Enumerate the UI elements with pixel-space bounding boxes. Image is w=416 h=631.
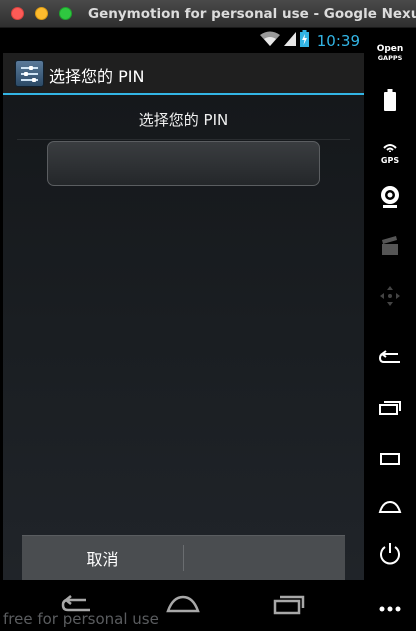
recent-apps-icon [378, 400, 402, 420]
cancel-button[interactable]: 取消 [22, 536, 183, 580]
webcam-icon [380, 185, 400, 213]
side-back-button[interactable] [364, 350, 416, 370]
more-dots-icon [378, 597, 402, 616]
dpad-button[interactable] [364, 286, 416, 310]
genymotion-sidebar: Open GAPPS GPS [364, 28, 416, 631]
minimize-window-button[interactable] [35, 7, 48, 20]
pin-input[interactable] [47, 141, 320, 186]
recent-apps-icon[interactable] [272, 593, 306, 619]
pin-dialog: 选择您的 PIN [3, 95, 364, 580]
device-screen: 10:39 选择您的 PIN 选择您的 PIN 取消 free for pers… [3, 28, 364, 631]
status-bar: 10:39 [3, 28, 364, 53]
dialog-title: 选择您的 PIN [138, 111, 229, 129]
home-icon [378, 499, 402, 518]
wifi-icon [259, 31, 280, 51]
battery-button[interactable] [364, 88, 416, 116]
action-bar: 选择您的 PIN [3, 53, 364, 95]
action-bar-title: 选择您的 PIN [49, 67, 145, 86]
window-titlebar: Genymotion for personal use - Google Nex… [0, 0, 416, 28]
maximize-window-button[interactable] [59, 7, 72, 20]
screencast-button[interactable] [364, 236, 416, 260]
battery-icon [384, 89, 396, 115]
title-divider [17, 139, 350, 140]
clapperboard-icon [380, 236, 400, 260]
close-window-button[interactable] [11, 7, 24, 20]
more-options-button[interactable] [364, 598, 416, 614]
back-arrow-icon [378, 350, 402, 370]
open-gapps-label-line2: GAPPS [377, 54, 403, 62]
personal-use-watermark: free for personal use [3, 610, 159, 628]
gps-signal-icon [382, 137, 398, 156]
power-button[interactable] [364, 542, 416, 570]
menu-icon [378, 451, 402, 470]
continue-button[interactable] [184, 536, 345, 580]
gps-label: GPS [380, 156, 400, 165]
signal-icon [283, 31, 296, 50]
status-clock: 10:39 [316, 31, 360, 50]
gps-button[interactable]: GPS [364, 136, 416, 166]
battery-charging-icon [299, 30, 309, 51]
open-gapps-button[interactable]: Open GAPPS [364, 43, 416, 65]
side-menu-button[interactable] [364, 450, 416, 470]
side-recent-apps-button[interactable] [364, 400, 416, 420]
home-icon[interactable] [165, 593, 201, 619]
open-gapps-label-line1: Open [376, 44, 404, 54]
settings-app-icon[interactable] [15, 60, 44, 87]
side-home-button[interactable] [364, 498, 416, 518]
dialog-button-bar: 取消 [22, 535, 345, 580]
webcam-button[interactable] [364, 186, 416, 212]
window-title: Genymotion for personal use - Google Nex… [88, 6, 416, 22]
dpad-icon [379, 285, 401, 311]
power-icon [378, 542, 402, 570]
